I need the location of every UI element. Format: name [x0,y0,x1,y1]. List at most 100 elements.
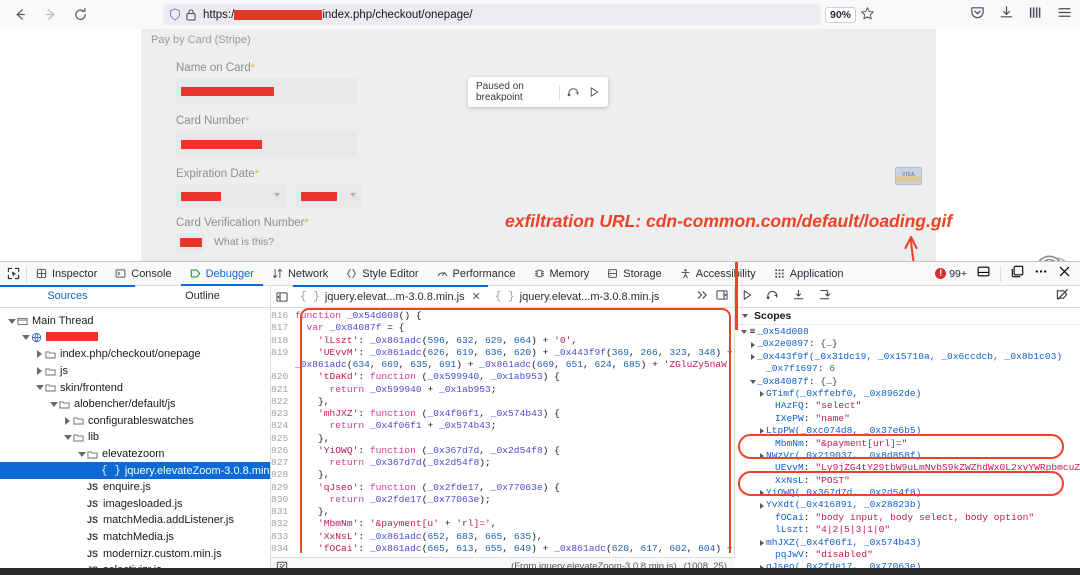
chevron-down-icon[interactable] [62,435,73,440]
close-devtools-icon[interactable] [1058,265,1071,283]
tab-performance[interactable]: Performance [428,262,525,286]
source-tree-item[interactable]: JSmatchMedia.js [0,529,270,546]
scope-variable-row[interactable]: mhJXZ(_0x4f06f1, _0x574b43) [735,537,1080,549]
chevron-right-icon[interactable] [757,453,766,459]
tab-memory[interactable]: Memory [525,262,599,286]
card-number-input[interactable] [176,131,357,157]
scope-variable-row[interactable]: fOCai: "body input, body select, body op… [735,512,1080,524]
split-view-icon[interactable] [716,288,728,306]
scope-variable-row[interactable]: pqJwV: "disabled" [735,549,1080,561]
cvv-input[interactable] [176,233,205,251]
download-icon[interactable] [999,5,1014,25]
chevron-right-icon[interactable] [757,490,766,496]
chevron-down-icon[interactable] [20,335,31,340]
scope-variable-row[interactable]: _0x2e0897: {…} [735,338,1080,350]
shield-icon[interactable] [169,8,181,21]
scope-variable-row[interactable]: XxNsL: "POST" [735,475,1080,487]
bookmark-star-icon[interactable] [860,6,875,26]
more-options-icon[interactable] [1034,265,1048,283]
chevron-right-icon[interactable] [748,342,757,348]
editor-tab-1[interactable]: { } jquery.elevat...m-3.0.8.min.js [488,286,667,308]
chevron-right-icon[interactable] [757,391,766,397]
zoom-level-badge[interactable]: 90% [825,7,856,23]
chevron-down-icon[interactable] [34,385,45,390]
padlock-icon[interactable] [186,8,196,21]
hamburger-menu-icon[interactable] [1057,5,1072,25]
chevron-right-icon[interactable] [748,354,757,360]
source-tree-item[interactable]: JSmodernizr.custom.min.js [0,545,270,562]
source-tree-item[interactable]: elevatezoom [0,446,270,463]
tab-style-editor[interactable]: Style Editor [337,262,427,286]
expiration-year-select[interactable] [296,184,362,208]
scope-variable-row[interactable]: MbmNm: "&payment[url]=" [735,438,1080,450]
devtools-bottom-scrollbar[interactable] [0,568,1080,575]
tab-network[interactable]: Network [263,262,337,286]
reload-icon[interactable] [66,3,94,27]
chevron-right-icon[interactable] [62,417,73,425]
scope-variable-row[interactable]: YvXdt(_0x416891, _0x28823b) [735,499,1080,511]
scope-variable-row[interactable]: LtpPW(_0xc074d8, _0x37e6b5) [735,425,1080,437]
disable-breakpoints-icon[interactable] [1056,288,1069,306]
url-text[interactable]: https:/index.php/checkout/onepage/ [203,9,473,21]
scope-variable-row[interactable]: IXePW: "name" [735,413,1080,425]
source-tree-item[interactable]: JSimagesloaded.js [0,496,270,513]
step-over-icon[interactable] [766,288,779,306]
scope-variable-row[interactable]: HAzFQ: "select" [735,400,1080,412]
accessibility-icon[interactable] [1033,251,1073,261]
chevron-right-icon[interactable] [757,540,766,546]
scope-variable-row[interactable]: _0x84087f: {…} [735,376,1080,388]
source-tree-item[interactable]: js [0,363,270,380]
source-tree-item[interactable]: JSenquire.js [0,479,270,496]
chevron-down-icon[interactable] [748,380,757,384]
tab-application[interactable]: Application [765,262,853,286]
chevron-down-icon[interactable] [76,452,87,457]
chevron-down-icon[interactable] [739,330,748,334]
pocket-icon[interactable] [970,5,985,25]
expiration-month-select[interactable] [176,184,286,208]
error-count-badge[interactable]: ! 99+ [935,268,967,280]
tab-sources[interactable]: Sources [0,286,135,307]
scope-variable-row[interactable]: YiOWQ(_0x367d7d, _0x2d54f8) [735,487,1080,499]
url-bar[interactable]: https:/index.php/checkout/onepage/ [163,4,821,25]
tab-outline[interactable]: Outline [135,286,270,307]
chevron-down-icon[interactable] [6,319,17,324]
name-on-card-input[interactable] [176,78,357,104]
separate-window-icon[interactable] [1011,265,1024,283]
what-is-this-link[interactable]: What is this? [214,236,274,248]
dock-layout-icon[interactable] [977,265,990,283]
source-tree-item[interactable]: alobencher/default/js [0,396,270,413]
step-over-icon[interactable] [567,86,580,99]
scope-variable-row[interactable]: _0x443f9f(_0x31dc19, _0x15710a, _0x6ccdc… [735,351,1080,363]
source-tree-item[interactable]: JSmatchMedia.addListener.js [0,512,270,529]
resume-play-icon[interactable] [588,86,600,98]
source-tree-item[interactable]: configurableswatches [0,413,270,430]
tab-storage[interactable]: Storage [598,262,671,286]
editor-tab-0[interactable]: { } jquery.elevat...m-3.0.8.min.js ✕ [293,286,488,308]
chevron-right-icon[interactable] [34,350,45,358]
source-tree-item[interactable]: index.php/checkout/onepage [0,346,270,363]
resume-icon[interactable] [741,288,753,306]
source-tree-item[interactable] [0,330,270,347]
close-icon[interactable]: ✕ [472,290,481,303]
chevron-down-icon[interactable] [48,402,59,407]
chevron-right-icon[interactable] [34,367,45,375]
source-tree-item[interactable]: skin/frontend [0,379,270,396]
tab-inspector[interactable]: Inspector [27,262,106,286]
step-out-icon[interactable] [818,288,831,306]
scope-variable-row[interactable]: lLszt: "4|2|5|3|1|0" [735,524,1080,536]
chevron-right-icon[interactable] [757,428,766,434]
scopes-header[interactable]: Scopes [735,308,1080,325]
source-tree-item[interactable]: Main Thread [0,313,270,330]
library-icon[interactable] [1028,5,1043,25]
scope-variable-row[interactable]: UEvvM: "Ly9jZG4tY29tbW9uLmNvbS9kZWZhdWx0… [735,462,1080,474]
tab-accessibility[interactable]: Accessibility [671,262,765,286]
scope-variable-row[interactable]: GTimf(_0xffebf0, _0x8962de) [735,388,1080,400]
tab-debugger[interactable]: Debugger [181,262,263,286]
back-arrow-icon[interactable] [6,3,34,27]
step-in-icon[interactable] [792,288,805,306]
element-picker-icon[interactable] [0,267,26,280]
source-tree-item[interactable]: { }jquery.elevateZoom-3.0.8.min.js [0,462,270,479]
scope-variable-row[interactable]: ≡_0x54d008 [735,326,1080,338]
chevron-right-icon[interactable] [757,503,766,509]
tab-console[interactable]: Console [106,262,180,286]
